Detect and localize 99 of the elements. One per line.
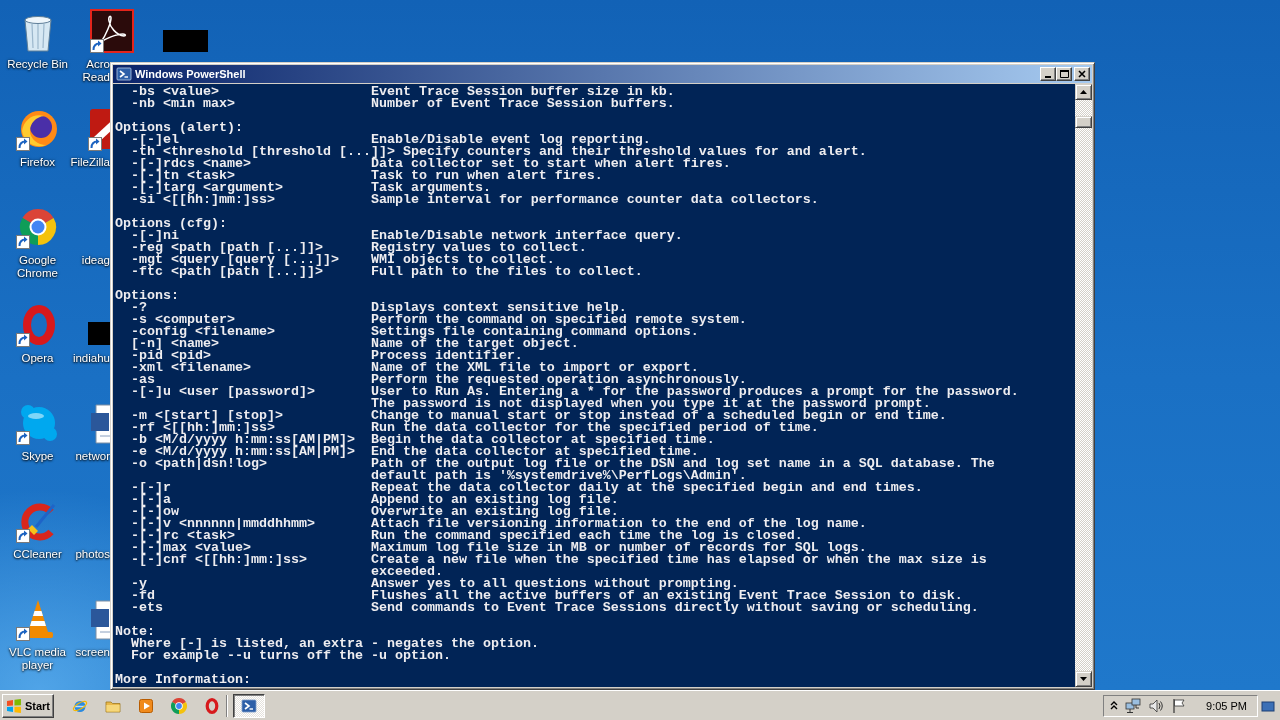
option-description: Enable/Disable network interface query. — [370, 230, 683, 242]
option-description: Append to an existing log file. — [370, 494, 619, 506]
option-description: Create a new file when the specified time has elapsed or when the max size is exceeded. — [370, 554, 987, 578]
option-syntax: -[-]r — [131, 480, 171, 495]
option-description: Run the data collector for the specified period of time. — [370, 422, 819, 434]
tile-icon[interactable] — [88, 107, 110, 151]
redaction-block — [88, 322, 110, 345]
window-flag-icon — [6, 697, 22, 714]
show-desktop-icon[interactable] — [1261, 698, 1275, 713]
close-button[interactable] — [1074, 67, 1090, 81]
terminal-icon — [116, 66, 132, 82]
option-description: Answer yes to all questions without prompting. — [370, 578, 739, 590]
icon-label[interactable]: Skype — [21, 450, 54, 463]
icon-label[interactable]: photos — [75, 548, 110, 561]
option-syntax: -[-]u <user [password]> — [131, 384, 315, 399]
option-syntax: -y — [131, 576, 147, 591]
option-description: Path of the output log file or the DSN and log set name in a SQL database. The default path is '%systemdrive%\PerfLogs\Admin'. — [370, 458, 995, 482]
icon-label[interactable]: screen — [75, 646, 110, 659]
option-description: Change to manual start or stop instead of a scheduled begin or end time. — [370, 410, 947, 422]
option-syntax: -bs <value> — [131, 84, 219, 99]
close-icon — [1078, 70, 1086, 78]
option-description: Perform the requested operation asynchronously. — [370, 374, 747, 386]
section-heading: Options: — [115, 290, 179, 302]
option-description: Name of the XML file to import or export. — [370, 362, 699, 374]
minimize-button[interactable] — [1040, 67, 1056, 81]
icon-label[interactable]: Opera — [21, 352, 54, 365]
option-description: Overwrite an existing log file. — [370, 506, 619, 518]
chevron-up-icon[interactable] — [1110, 701, 1119, 710]
scroll-up-button[interactable] — [1075, 84, 1092, 100]
icon-label[interactable]: VLC media player — [9, 646, 66, 672]
option-syntax: -[-]el — [131, 132, 179, 147]
section-heading: Note: — [115, 626, 155, 638]
icon-label[interactable]: indiahu — [72, 352, 110, 365]
option-description: User to Run As. Entering a * for the password produces a prompt for the password. The password is not displayed when you type it at the password prompt. — [370, 386, 1019, 410]
start-button[interactable]: Start — [2, 693, 54, 718]
note-line: For example --u turns off the -u option. — [131, 650, 451, 662]
option-description: Full path to the files to collect. — [370, 266, 643, 278]
option-description: Enable/Disable event log reporting. — [370, 134, 651, 146]
option-description: Displays context sensitive help. — [370, 302, 627, 314]
note-line: Where [-] is listed, an extra - negates the option. — [131, 638, 539, 650]
option-description: Process identifier. — [370, 350, 523, 362]
taskbar-button[interactable] — [233, 693, 265, 718]
option-description: Begin the data collector at specified time. — [370, 434, 715, 446]
option-description: Name of the target object. — [370, 338, 579, 350]
section-heading: Options (alert): — [115, 122, 243, 134]
option-description: Flushes all the active buffers of an existing Event Trace Session to disk. — [370, 590, 963, 602]
option-description: Registry values to collect. — [370, 242, 587, 254]
terminal-icon — [241, 697, 257, 714]
scrollbar-thumb[interactable] — [1075, 116, 1092, 128]
scrollbar-track[interactable] — [1075, 84, 1092, 687]
icon-label[interactable]: Google Chrome — [17, 254, 58, 280]
down-arrow-icon — [1080, 677, 1087, 681]
up-arrow-icon — [1080, 90, 1087, 94]
option-syntax: -[-]rdcs <name> — [131, 156, 251, 171]
option-syntax: -m <[start] [stop]> — [131, 408, 283, 423]
network-icon[interactable] — [1125, 697, 1142, 714]
option-description: Specify counters and their threshold values for and alert. — [402, 146, 867, 158]
option-description: Number of Event Trace Session buffers. — [370, 98, 675, 110]
option-syntax: -s <computer> — [131, 312, 235, 327]
option-description: End the data collector at specified time. — [370, 446, 699, 458]
scroll-down-button[interactable] — [1075, 671, 1092, 687]
maximize-icon — [1059, 70, 1069, 78]
option-syntax: -? — [131, 300, 147, 315]
option-syntax: -nb <min max> — [131, 96, 235, 111]
speaker-icon[interactable] — [1148, 697, 1165, 714]
icon-label[interactable]: FileZilla — [70, 156, 110, 169]
icon-label[interactable]: CCleaner — [13, 548, 62, 561]
ring-icon[interactable] — [204, 697, 220, 714]
option-description: WMI objects to collect. — [370, 254, 555, 266]
option-description: Attach file versioning information to the end of the log name. — [370, 518, 867, 530]
option-description: Task arguments. — [370, 182, 491, 194]
option-description: Run the command specified each time the log is closed. — [370, 530, 803, 542]
option-description: Settings file containing command options. — [370, 326, 699, 338]
section-heading: Options (cfg): — [115, 218, 227, 230]
option-description: Send commands to Event Trace Sessions directly without saving or scheduling. — [370, 602, 979, 614]
redaction-block — [163, 30, 208, 52]
icon-label[interactable]: Acro Read — [82, 58, 110, 84]
flag-icon[interactable] — [1171, 697, 1188, 714]
option-description: Task to run when alert fires. — [370, 170, 603, 182]
option-description: Maximum log file size in MB or number of records for SQL logs. — [370, 542, 867, 554]
swirl-tile-icon[interactable] — [90, 9, 134, 53]
section-heading: More Information: — [115, 674, 251, 686]
window-title: Windows PowerShell — [135, 68, 246, 80]
clock[interactable]: 9:05 PM — [1206, 699, 1247, 712]
option-syntax: -ets — [131, 600, 163, 615]
icon-label[interactable]: Firefox — [19, 156, 56, 169]
option-description: Event Trace Session buffer size in kb. — [370, 86, 675, 98]
color-wheel-icon[interactable] — [171, 697, 187, 714]
icon-label[interactable]: networ — [75, 450, 110, 463]
icon-label[interactable]: ideag — [81, 254, 110, 267]
option-description: Sample interval for performance counter data collectors. — [370, 194, 819, 206]
option-description: Repeat the data collector daily at the specified begin and end times. — [370, 482, 923, 494]
play-tile-icon[interactable] — [138, 697, 154, 714]
maximize-button[interactable] — [1056, 67, 1072, 81]
icon-label[interactable]: Recycle Bin — [7, 58, 68, 71]
option-syntax: -[-]ni — [131, 228, 179, 243]
option-syntax: -as — [131, 372, 155, 387]
option-description: Perform the command on specified remote system. — [370, 314, 747, 326]
option-description: Data collector set to start when alert fires. — [370, 158, 731, 170]
